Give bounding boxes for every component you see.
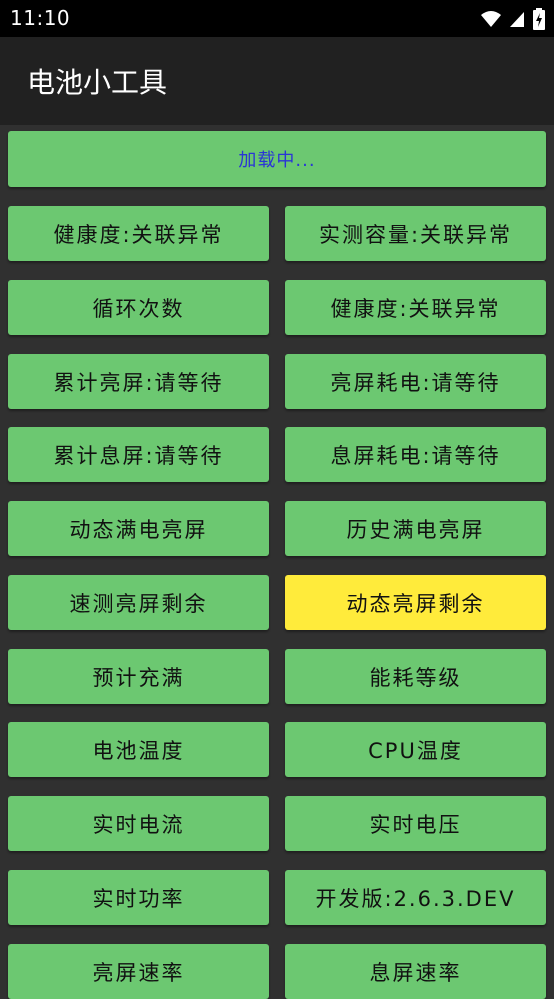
quick-screen-on-remaining-button[interactable]: 速测亮屏剩余	[8, 575, 269, 630]
wifi-icon	[481, 11, 501, 27]
estimated-full-charge-button[interactable]: 预计充满	[8, 649, 269, 704]
screen-off-drain-button[interactable]: 息屏耗电:请等待	[285, 427, 546, 482]
signal-icon	[510, 12, 524, 27]
screen-on-rate-button[interactable]: 亮屏速率	[8, 944, 269, 999]
cpu-temperature-button[interactable]: CPU温度	[285, 722, 546, 777]
dynamic-full-screen-on-button[interactable]: 动态满电亮屏	[8, 501, 269, 556]
realtime-power-button[interactable]: 实时功率	[8, 870, 269, 925]
status-icons	[480, 8, 546, 30]
realtime-voltage-button[interactable]: 实时电压	[285, 796, 546, 851]
energy-level-button[interactable]: 能耗等级	[285, 649, 546, 704]
measured-capacity-button[interactable]: 实测容量:关联异常	[285, 206, 546, 261]
dynamic-screen-on-remaining-button[interactable]: 动态亮屏剩余	[285, 575, 546, 630]
dev-version-button[interactable]: 开发版:2.6.3.DEV	[285, 870, 546, 925]
realtime-current-button[interactable]: 实时电流	[8, 796, 269, 851]
total-screen-on-button[interactable]: 累计亮屏:请等待	[8, 354, 269, 409]
screen-on-drain-button[interactable]: 亮屏耗电:请等待	[285, 354, 546, 409]
button-grid: 加载中... 健康度:关联异常 实测容量:关联异常 循环次数 健康度:关联异常 …	[0, 125, 554, 999]
health-button-2[interactable]: 健康度:关联异常	[285, 280, 546, 335]
loading-button[interactable]: 加载中...	[8, 131, 546, 187]
status-time: 11:10	[10, 6, 71, 30]
total-screen-off-button[interactable]: 累计息屏:请等待	[8, 427, 269, 482]
battery-temperature-button[interactable]: 电池温度	[8, 722, 269, 777]
app-bar: 电池小工具	[0, 37, 554, 125]
battery-charging-icon	[533, 8, 545, 30]
history-full-screen-on-button[interactable]: 历史满电亮屏	[285, 501, 546, 556]
app-title: 电池小工具	[27, 66, 168, 99]
screen-off-rate-button[interactable]: 息屏速率	[285, 944, 546, 999]
health-button[interactable]: 健康度:关联异常	[8, 206, 269, 261]
cycle-count-button[interactable]: 循环次数	[8, 280, 269, 335]
status-bar: 11:10	[0, 0, 554, 37]
